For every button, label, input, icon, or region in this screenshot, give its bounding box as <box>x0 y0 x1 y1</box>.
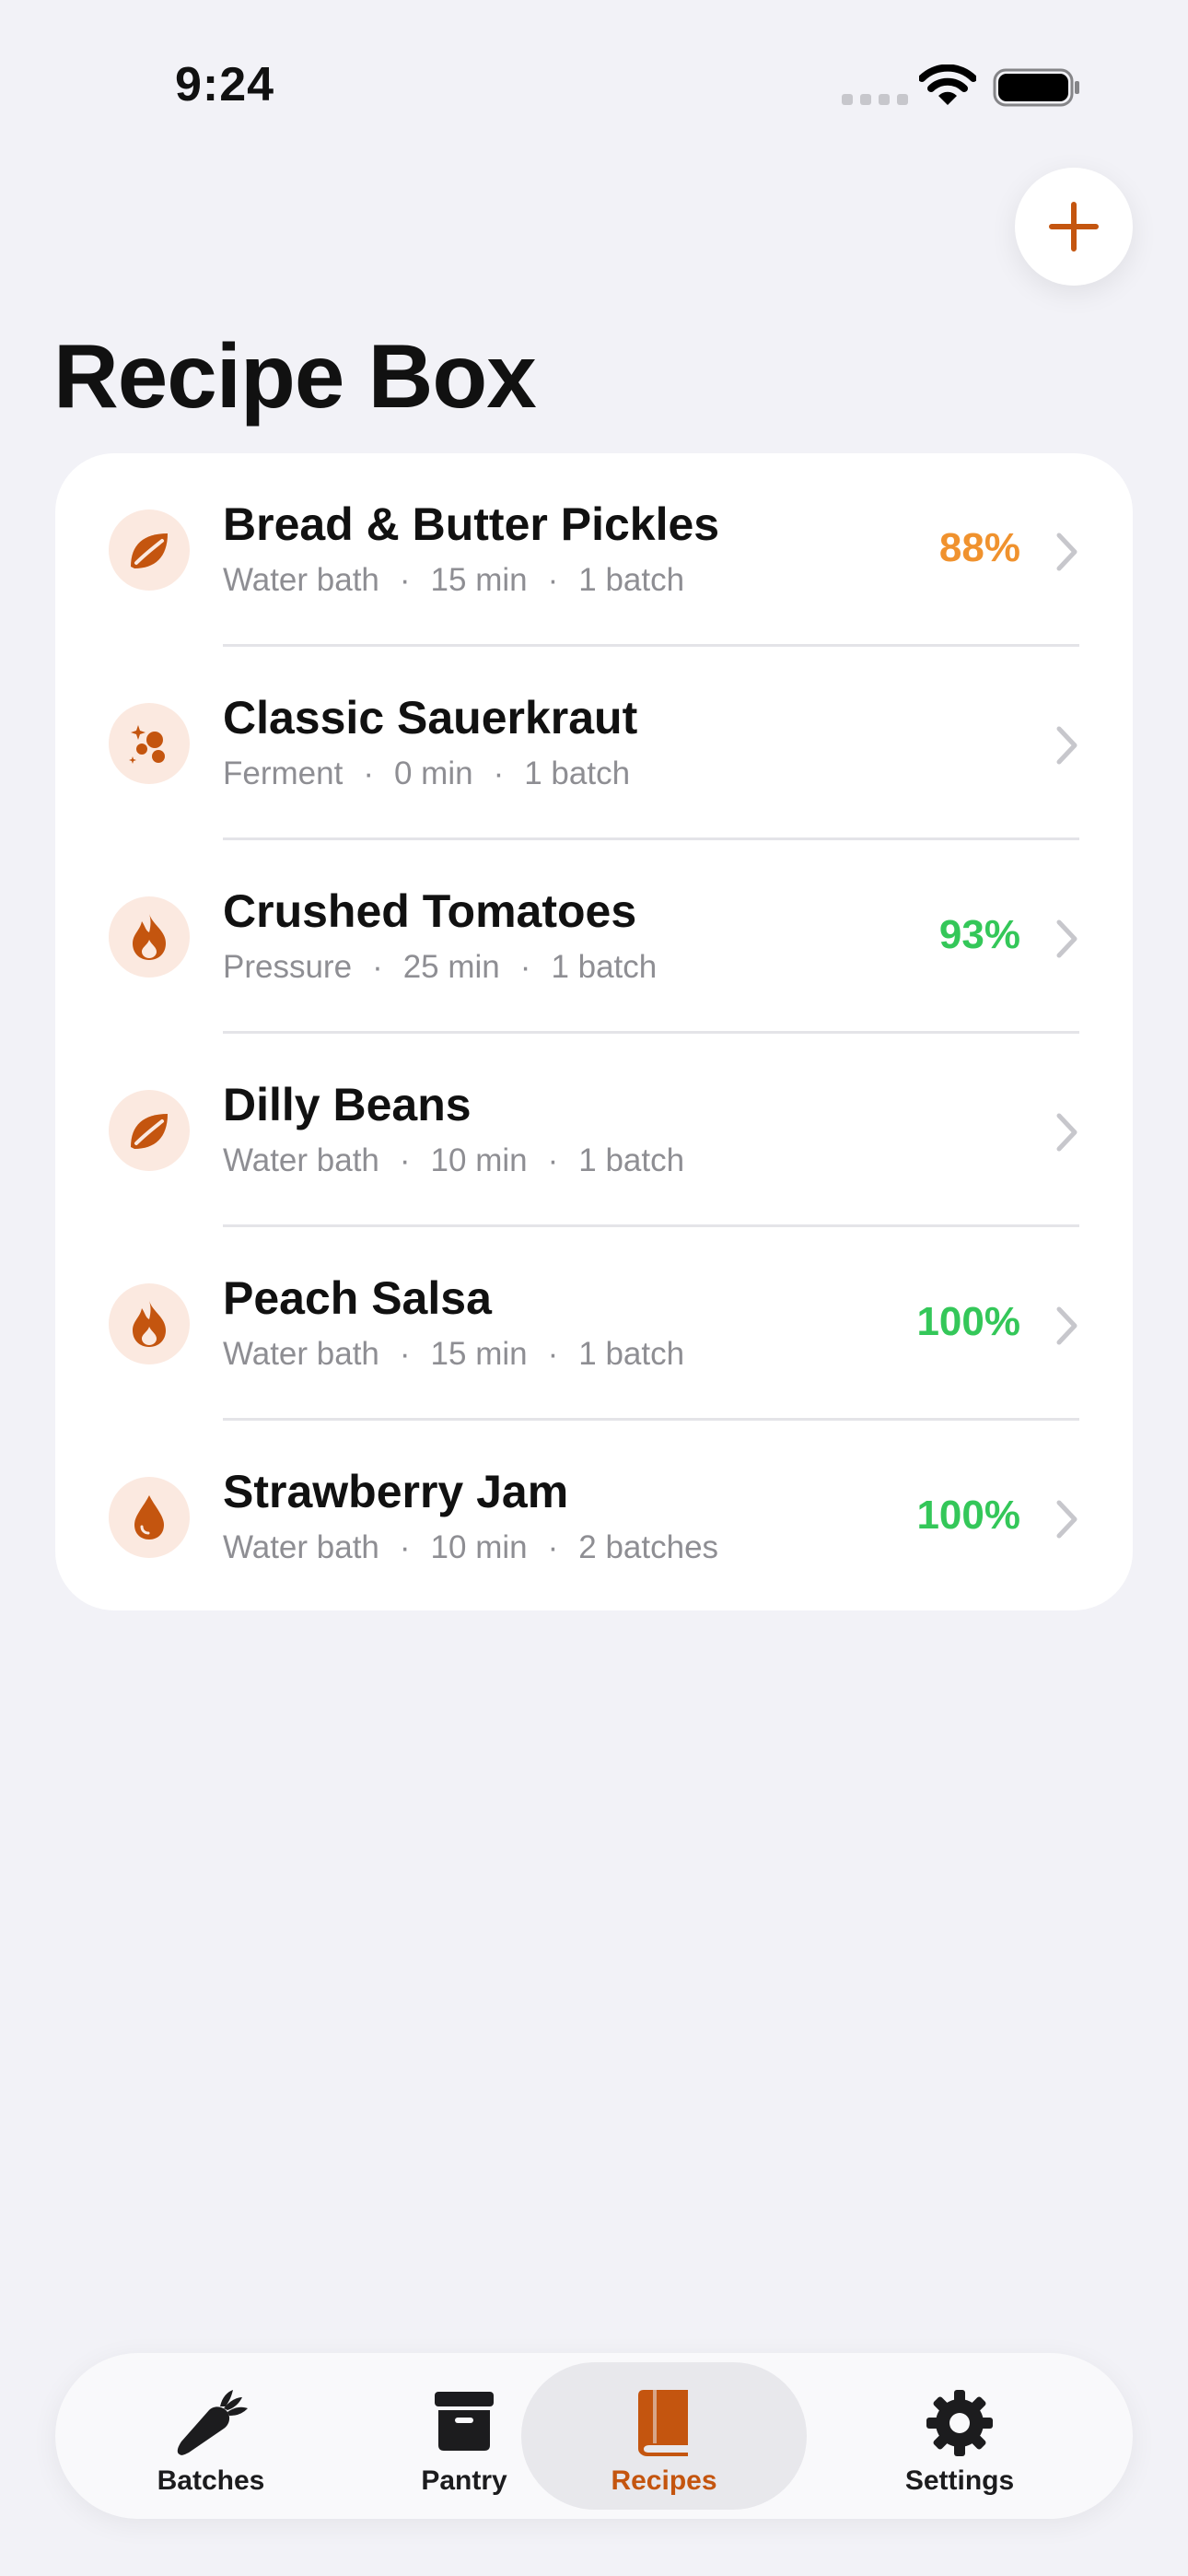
recipe-list: Bread & Butter Pickles Water bath · 15 min… <box>55 453 1133 1610</box>
book-icon <box>521 2388 807 2458</box>
leaf-icon <box>109 1090 190 1171</box>
recipe-time: 15 min <box>430 1336 528 1372</box>
gear-icon <box>817 2388 1102 2458</box>
recipe-yield: 1 batch <box>578 562 685 598</box>
recipe-meta: Water bath · 10 min · 2 batches <box>223 1529 719 1565</box>
recipe-meta: Water bath · 15 min · 1 batch <box>223 1336 685 1372</box>
recipe-name: Dilly Beans <box>223 1079 472 1130</box>
recipe-meta: Ferment · 0 min · 1 batch <box>223 755 631 791</box>
recipe-row[interactable]: Bread & Butter Pickles Water bath · 15 min… <box>55 453 1133 647</box>
recipe-percent: 100% <box>916 1493 1020 1538</box>
recipe-method: Water bath <box>223 1529 379 1565</box>
recipe-time: 0 min <box>393 755 473 791</box>
flame-icon <box>109 896 190 978</box>
chevron-right-icon <box>1055 1306 1079 1351</box>
recipe-time: 25 min <box>402 949 500 985</box>
status-time: 9:24 <box>175 58 275 111</box>
drop-icon <box>109 1477 190 1558</box>
recipe-percent: 88% <box>938 525 1020 570</box>
recipe-meta: Water bath · 15 min · 1 batch <box>223 562 685 598</box>
recipe-row[interactable]: Dilly Beans Water bath · 10 min · 1 batch <box>55 1034 1133 1227</box>
add-recipe-button[interactable] <box>1015 168 1133 286</box>
wifi-icon <box>919 64 976 105</box>
tab-batches[interactable]: Batches <box>68 2362 354 2510</box>
status-bar: 9:24 <box>0 0 1188 166</box>
recipe-meta: Water bath · 10 min · 1 batch <box>223 1142 685 1178</box>
recipe-percent: 100% <box>916 1299 1020 1344</box>
recipe-name: Classic Sauerkraut <box>223 692 638 744</box>
page-title: Recipe Box <box>53 325 537 427</box>
recipe-time: 10 min <box>430 1529 528 1565</box>
recipe-name: Bread & Butter Pickles <box>223 498 720 550</box>
recipe-yield: 1 batch <box>578 1336 685 1372</box>
recipe-row[interactable]: Crushed Tomatoes Pressure · 25 min · 1 batch… <box>55 840 1133 1034</box>
recipe-method: Water bath <box>223 1336 379 1372</box>
recipe-name: Crushed Tomatoes <box>223 885 637 937</box>
recipe-row[interactable]: Peach Salsa Water bath · 15 min · 1 batch 10… <box>55 1227 1133 1421</box>
leaf-icon <box>109 509 190 591</box>
tab-label: Recipes <box>611 2465 717 2496</box>
recipe-name: Strawberry Jam <box>223 1466 569 1517</box>
recipe-meta: Pressure · 25 min · 1 batch <box>223 949 658 985</box>
bubbles-icon <box>109 703 190 784</box>
recipe-yield: 2 batches <box>578 1529 719 1565</box>
recipe-method: Ferment <box>223 755 344 791</box>
tab-settings[interactable]: Settings <box>817 2362 1102 2510</box>
chevron-right-icon <box>1055 532 1079 577</box>
chevron-right-icon <box>1055 1112 1079 1157</box>
recipe-row[interactable]: Strawberry Jam Water bath · 10 min · 2 batch… <box>55 1421 1133 1610</box>
battery-icon <box>993 68 1079 107</box>
recipe-yield: 1 batch <box>578 1142 685 1178</box>
flame-icon <box>109 1283 190 1364</box>
chevron-right-icon <box>1055 919 1079 964</box>
recipe-row[interactable]: Classic Sauerkraut Ferment · 0 min · 1 batch <box>55 647 1133 840</box>
recipe-method: Pressure <box>223 949 353 985</box>
tab-recipes[interactable]: Recipes <box>521 2362 807 2510</box>
carrot-icon <box>68 2388 354 2458</box>
recipe-method: Water bath <box>223 1142 379 1178</box>
tab-label: Settings <box>904 2465 1015 2496</box>
recipe-name: Peach Salsa <box>223 1272 492 1324</box>
chevron-right-icon <box>1055 1499 1079 1544</box>
tab-bar: Batches Pantry Recipes Settings <box>55 2353 1133 2519</box>
recipe-yield: 1 batch <box>524 755 631 791</box>
cellular-signal-icon <box>842 94 908 105</box>
recipe-yield: 1 batch <box>551 949 658 985</box>
tab-label: Batches <box>157 2465 265 2496</box>
plus-icon <box>1049 202 1099 252</box>
recipe-percent: 93% <box>938 912 1020 957</box>
chevron-right-icon <box>1055 725 1079 770</box>
recipe-time: 15 min <box>430 562 528 598</box>
recipe-method: Water bath <box>223 562 379 598</box>
recipe-time: 10 min <box>430 1142 528 1178</box>
